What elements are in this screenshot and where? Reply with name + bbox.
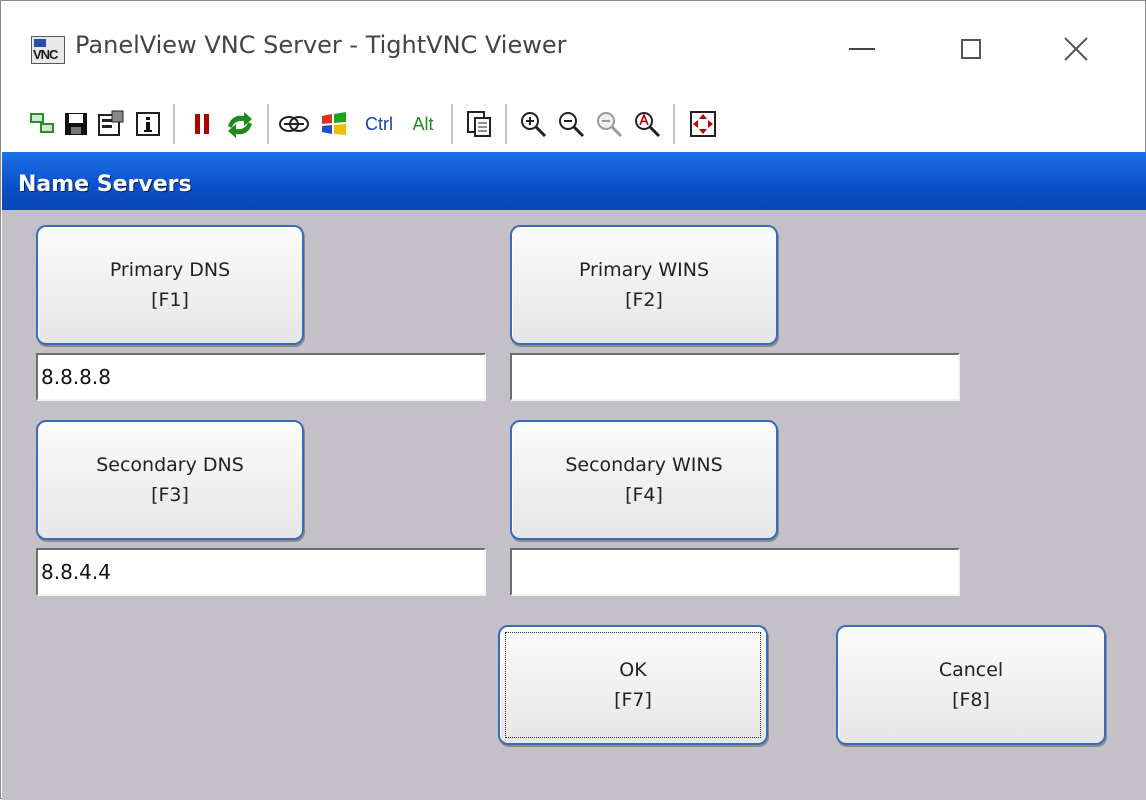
vnc-viewer-window: VNC PanelView VNC Server - TightVNC View… (0, 0, 1146, 800)
fullscreen-button[interactable] (687, 106, 719, 142)
primary-dns-key: [F1] (151, 289, 189, 311)
vnc-app-icon: VNC (31, 36, 65, 64)
toolbar-separator (173, 104, 175, 144)
secondary-dns-field[interactable]: 8.8.4.4 (36, 548, 486, 596)
cancel-button[interactable]: Cancel [F8] (836, 625, 1106, 745)
zoom-auto-button[interactable] (631, 106, 663, 142)
toolbar: Ctrl Alt (1, 96, 1145, 152)
options-icon (98, 110, 124, 136)
refresh-icon (228, 112, 252, 138)
zoom-in-button[interactable] (517, 106, 549, 142)
connection-info-button[interactable] (133, 106, 163, 142)
ok-label: OK (619, 659, 647, 681)
new-connection-icon (30, 113, 54, 133)
minimize-button[interactable] (837, 29, 887, 69)
ok-button[interactable]: OK [F7] (498, 625, 768, 745)
toolbar-separator (267, 104, 269, 144)
pause-button[interactable] (187, 106, 217, 142)
secondary-wins-label: Secondary WINS (565, 454, 723, 476)
ctrl-alt-del-button[interactable] (277, 106, 311, 142)
start-menu-button[interactable] (317, 106, 351, 142)
primary-wins-button[interactable]: Primary WINS [F2] (510, 225, 778, 345)
toolbar-separator (505, 104, 507, 144)
primary-wins-label: Primary WINS (578, 259, 710, 281)
options-button[interactable] (95, 106, 127, 142)
alt-key-button[interactable]: Alt (405, 106, 441, 142)
pause-icon (195, 114, 209, 134)
primary-dns-button[interactable]: Primary DNS [F1] (36, 225, 304, 345)
primary-dns-field[interactable]: 8.8.8.8 (36, 353, 486, 401)
secondary-wins-key: [F4] (625, 484, 663, 506)
info-icon (136, 112, 160, 136)
secondary-dns-button[interactable]: Secondary DNS [F3] (36, 420, 304, 540)
fullscreen-icon (690, 111, 716, 137)
new-connection-button[interactable] (27, 106, 57, 142)
close-button[interactable] (1051, 29, 1101, 69)
toolbar-separator (451, 104, 453, 144)
clipboard-button[interactable] (463, 106, 495, 142)
window-title: PanelView VNC Server - TightVNC Viewer (75, 31, 567, 59)
primary-dns-label: Primary DNS (109, 259, 231, 281)
refresh-button[interactable] (223, 106, 257, 142)
close-icon (1064, 37, 1088, 61)
ok-key: [F7] (614, 689, 652, 711)
save-icon (65, 113, 87, 135)
secondary-dns-key: [F3] (151, 484, 189, 506)
maximize-icon (961, 39, 981, 59)
ctrl-alt-del-icon (279, 116, 309, 132)
title-bar[interactable]: VNC PanelView VNC Server - TightVNC View… (1, 1, 1145, 89)
zoom-100-button[interactable] (593, 106, 625, 142)
dialog-header: Name Servers (2, 152, 1146, 210)
secondary-wins-field[interactable] (510, 548, 960, 596)
secondary-dns-label: Secondary DNS (96, 454, 244, 476)
start-menu-icon (322, 112, 346, 135)
zoom-auto-icon (635, 112, 661, 138)
primary-wins-field[interactable] (510, 353, 960, 401)
cancel-label: Cancel (938, 659, 1004, 681)
toolbar-separator (673, 104, 675, 144)
minimize-icon (849, 48, 875, 50)
cancel-key: [F8] (952, 689, 990, 711)
zoom-out-icon (559, 112, 585, 138)
clipboard-icon (467, 111, 491, 137)
zoom-in-icon (521, 112, 547, 138)
zoom-out-button[interactable] (555, 106, 587, 142)
secondary-wins-button[interactable]: Secondary WINS [F4] (510, 420, 778, 540)
ctrl-key-button[interactable]: Ctrl (357, 106, 401, 142)
zoom-100-icon (597, 112, 623, 138)
remote-screen[interactable]: Name Servers Primary DNS [F1] Primary WI… (2, 152, 1146, 800)
primary-wins-key: [F2] (625, 289, 663, 311)
save-button[interactable] (61, 106, 91, 142)
maximize-button[interactable] (946, 29, 996, 69)
dialog-title: Name Servers (18, 172, 192, 197)
